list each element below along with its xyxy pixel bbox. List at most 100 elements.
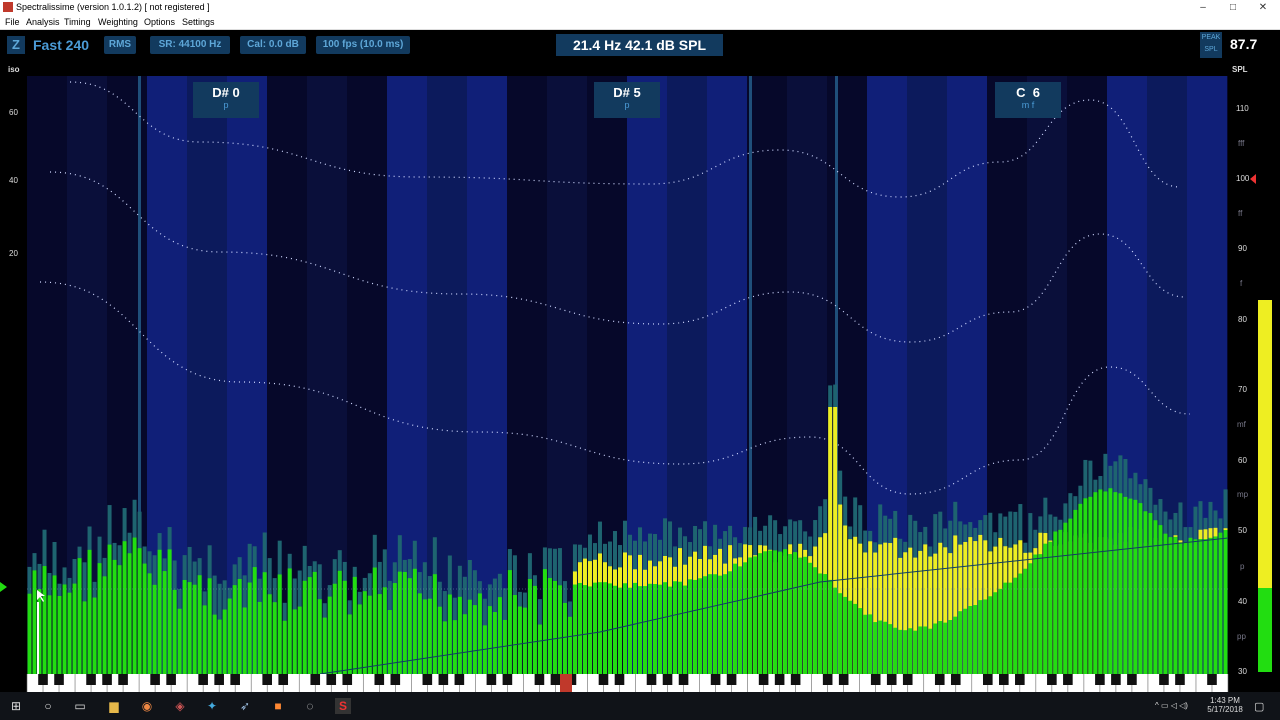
app-icon-blue[interactable]: ✦ — [204, 698, 220, 714]
spectrum-bar — [1058, 529, 1063, 674]
spectrum-bar — [52, 575, 57, 674]
spectrum-bar — [848, 600, 853, 674]
app-icon-red[interactable]: ◈ — [172, 698, 188, 714]
clock[interactable]: 1:43 PM 5/17/2018 — [1205, 696, 1245, 714]
spectrum-bar — [1018, 573, 1023, 674]
spectrum-bar — [177, 608, 182, 674]
black-key — [678, 674, 689, 685]
search-icon[interactable]: ○ — [40, 698, 56, 714]
spectrum-bar — [958, 611, 963, 674]
spectrum-bar — [933, 623, 938, 674]
dyn-f: f — [1240, 279, 1243, 288]
spectrum-bar — [382, 587, 387, 674]
app-icon-circle[interactable]: ◌ — [302, 698, 318, 714]
peak-label: PEAK — [1201, 34, 1221, 41]
note-badge-1: D# 5 p — [594, 82, 660, 118]
spectrum-bar — [853, 603, 858, 674]
task-view-icon[interactable]: ▭ — [72, 698, 88, 714]
spectrum-bar — [342, 580, 347, 674]
spectrum-bar — [567, 616, 572, 674]
spectrum-bar — [1003, 582, 1008, 674]
minimize-icon[interactable]: – — [1188, 0, 1218, 15]
spectrum-bar — [713, 574, 718, 674]
spectrum-bar — [1143, 511, 1148, 674]
maximize-icon[interactable]: □ — [1218, 0, 1248, 15]
calibration-button[interactable]: Cal: 0.0 dB — [240, 36, 306, 54]
menu-file[interactable]: File — [5, 17, 20, 27]
spectrum-bar — [317, 599, 322, 674]
dyn-mf: mf — [1237, 420, 1246, 429]
spectrum-bar — [783, 549, 788, 674]
spectrum-bar — [1063, 522, 1068, 674]
menu-timing[interactable]: Timing — [64, 17, 91, 27]
spectrum-bar — [212, 614, 217, 674]
black-key — [1015, 674, 1025, 685]
tray-icons[interactable]: ^ ▭ ◁ ◁) — [1155, 701, 1188, 710]
active-key[interactable] — [560, 674, 572, 692]
spectrum-bar — [903, 630, 908, 674]
spectrum-bar — [1208, 537, 1213, 674]
menu-settings[interactable]: Settings — [182, 17, 215, 27]
spectrum-bar — [913, 630, 918, 674]
menu-options[interactable]: Options — [144, 17, 175, 27]
spectrum-bar — [1223, 530, 1228, 674]
spectrum-bar — [648, 583, 653, 674]
spectrum-display[interactable]: iso 60 40 20 SPL 110 100 90 80 70 60 50 … — [0, 62, 1280, 692]
dyn-mp: mp — [1237, 490, 1249, 499]
spectrum-bar — [237, 578, 242, 674]
spectrum-bar — [72, 583, 77, 674]
spectrum-bar — [923, 626, 928, 674]
spectrum-bar — [357, 604, 362, 674]
spectrum-bar — [918, 626, 923, 674]
app-icon-orange[interactable]: ■ — [270, 698, 286, 714]
spectrum-bar — [1023, 568, 1028, 674]
notification-icon[interactable]: ▢ — [1254, 700, 1264, 713]
spectrum-bar — [703, 576, 708, 674]
black-key — [902, 674, 913, 685]
spectrum-bar — [1083, 498, 1088, 674]
spectrum-bar — [207, 578, 212, 674]
spectrum-bar — [452, 620, 457, 674]
menu-weighting[interactable]: Weighting — [98, 17, 138, 27]
menu-analysis[interactable]: Analysis — [26, 17, 60, 27]
spectrum-bar — [838, 593, 843, 674]
spectrum-bar — [337, 570, 342, 674]
chrome-icon[interactable]: ◉ — [139, 698, 155, 714]
black-key — [822, 674, 833, 685]
spectrum-bar — [417, 593, 422, 674]
black-key — [726, 674, 737, 685]
spectrum-canvas[interactable] — [0, 62, 1280, 692]
spectrum-bar — [297, 606, 302, 674]
spectrum-bar — [1193, 539, 1198, 674]
spectrum-bar — [718, 575, 723, 674]
note-name: D# 0 — [212, 85, 240, 100]
start-icon[interactable]: ⊞ — [8, 698, 24, 714]
spectrum-bar — [728, 571, 733, 674]
spectrum-bar — [412, 568, 417, 674]
title-bar: Spectralissime (version 1.0.1.2) [ not r… — [0, 0, 1280, 15]
spectrum-bar — [818, 573, 823, 674]
spectrum-bar — [808, 562, 813, 674]
spectrum-bar — [327, 596, 332, 674]
spectrum-bar — [182, 579, 187, 674]
spectrum-bar — [693, 579, 698, 674]
spectrum-bar — [427, 598, 432, 674]
close-icon[interactable]: ✕ — [1248, 0, 1278, 15]
black-key — [1047, 674, 1057, 685]
sample-rate-button[interactable]: SR: 44100 Hz — [150, 36, 230, 54]
spectrum-bar — [377, 594, 382, 674]
fps-button[interactable]: 100 fps (10.0 ms) — [316, 36, 410, 54]
spectrum-bar — [67, 592, 72, 674]
rms-button[interactable]: RMS — [104, 36, 136, 54]
black-key — [550, 674, 561, 685]
spectrum-bar — [1028, 563, 1033, 674]
spectrum-bar — [47, 595, 52, 674]
spectralissime-taskbar-icon[interactable]: S — [335, 698, 351, 714]
spectrum-bar — [402, 571, 407, 674]
steam-icon[interactable]: ➶ — [237, 698, 253, 714]
speed-mode[interactable]: Fast 240 — [33, 36, 89, 54]
spectrum-bar — [793, 552, 798, 674]
iso-axis-title: iso — [8, 65, 20, 74]
zoom-button[interactable]: Z — [7, 36, 25, 54]
file-explorer-icon[interactable]: ▆ — [106, 698, 122, 714]
